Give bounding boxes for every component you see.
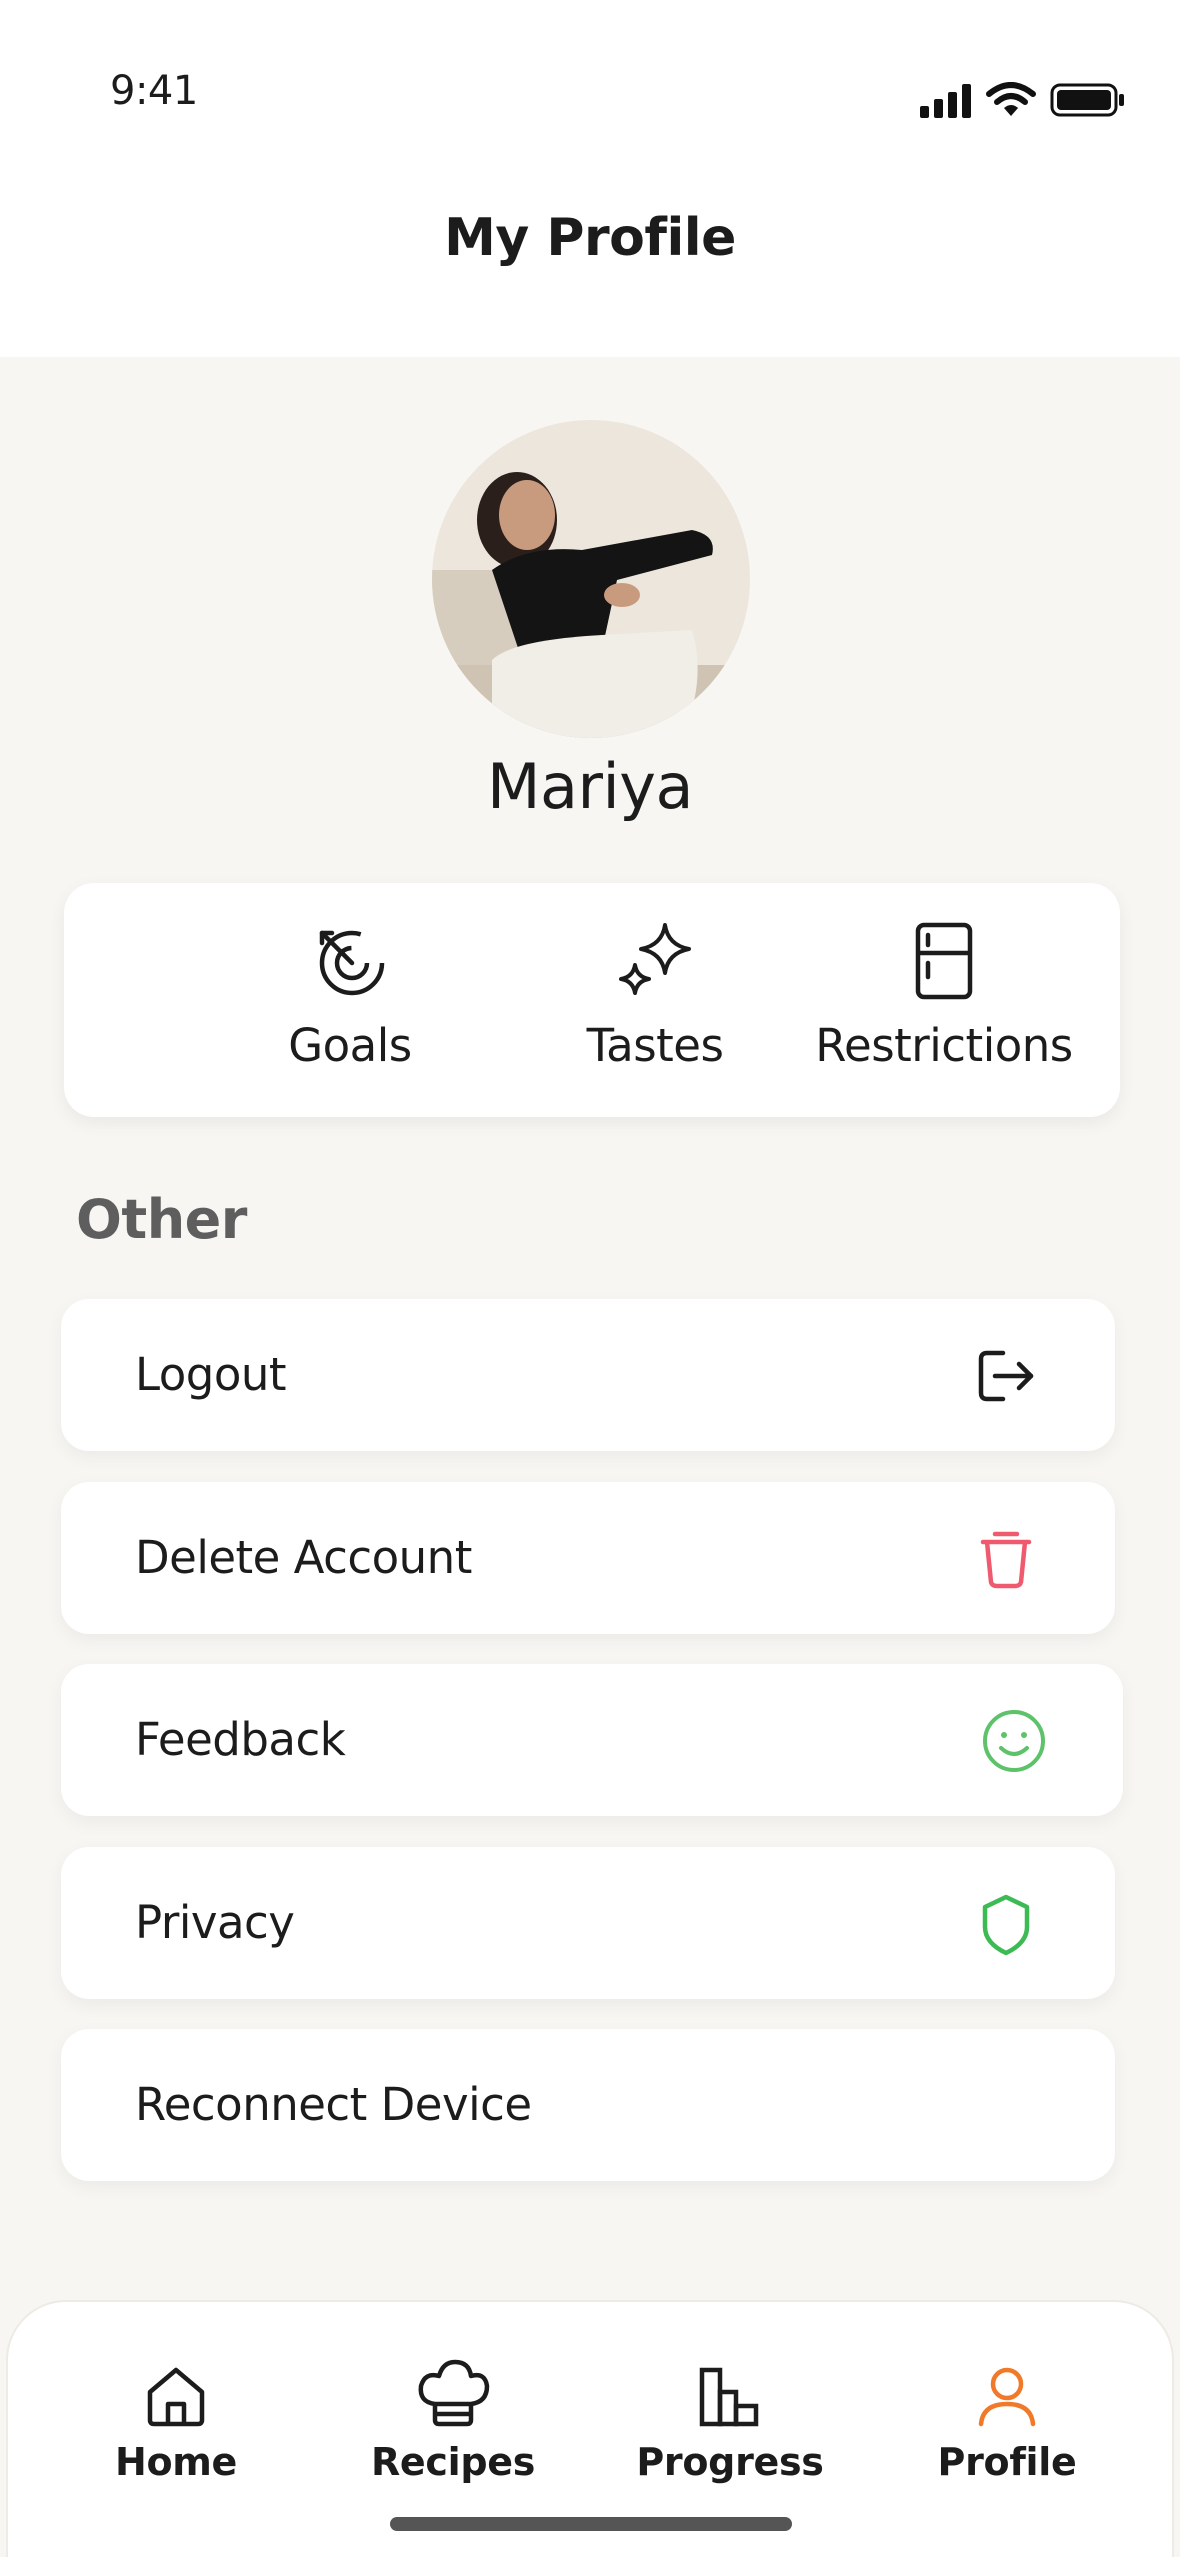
- profile-screen: 9:41 My Profile Mariya Goals Tastes Rest…: [0, 0, 1180, 2557]
- smiley-icon: [983, 1710, 1045, 1772]
- preferences-card: Goals Tastes Restrictions: [64, 883, 1120, 1117]
- shield-icon: [982, 1894, 1030, 1956]
- logout-icon: [978, 1350, 1034, 1402]
- logout-label: Logout: [135, 1348, 287, 1401]
- home-indicator: [390, 2517, 792, 2531]
- sparkles-icon: [619, 923, 691, 995]
- feedback-button[interactable]: Feedback: [61, 1664, 1123, 1816]
- chef-hat-icon: [418, 2359, 490, 2427]
- feedback-label: Feedback: [135, 1713, 346, 1766]
- page-title: My Profile: [444, 208, 736, 268]
- privacy-button[interactable]: Privacy: [61, 1847, 1115, 1999]
- user-name: Mariya: [487, 750, 693, 823]
- target-icon: [319, 930, 385, 996]
- tastes-button[interactable]: Tastes: [505, 921, 805, 1091]
- nav-progress[interactable]: Progress: [620, 2362, 840, 2484]
- avatar[interactable]: [432, 420, 750, 738]
- battery-icon: [1050, 83, 1124, 117]
- nav-recipes[interactable]: Recipes: [343, 2358, 563, 2484]
- goals-button[interactable]: Goals: [200, 921, 500, 1091]
- home-icon: [147, 2367, 205, 2427]
- header: 9:41 My Profile: [0, 0, 1180, 357]
- reconnect-device-label: Reconnect Device: [135, 2078, 532, 2131]
- nav-home[interactable]: Home: [66, 2362, 286, 2484]
- nav-home-label: Home: [114, 2440, 238, 2484]
- bar-chart-icon: [699, 2367, 759, 2427]
- tastes-label: Tastes: [586, 1019, 724, 1072]
- goals-label: Goals: [288, 1019, 412, 1072]
- wifi-icon: [986, 82, 1036, 116]
- logout-button[interactable]: Logout: [61, 1299, 1115, 1451]
- reconnect-device-button[interactable]: Reconnect Device: [61, 2029, 1115, 2181]
- nav-progress-label: Progress: [636, 2440, 824, 2484]
- status-icons: [918, 78, 1126, 118]
- section-title-other: Other: [76, 1188, 247, 1251]
- restrictions-label: Restrictions: [815, 1019, 1073, 1072]
- delete-account-button[interactable]: Delete Account: [61, 1482, 1115, 1634]
- user-icon: [978, 2367, 1036, 2427]
- status-time: 9:41: [110, 68, 198, 114]
- restrictions-button[interactable]: Restrictions: [794, 921, 1094, 1091]
- nav-recipes-label: Recipes: [370, 2440, 536, 2484]
- nav-profile-label: Profile: [937, 2440, 1077, 2484]
- nav-profile[interactable]: Profile: [897, 2362, 1117, 2484]
- trash-icon: [980, 1531, 1032, 1589]
- delete-account-label: Delete Account: [135, 1531, 472, 1584]
- fridge-icon: [915, 922, 973, 1000]
- cellular-signal-icon: [920, 84, 971, 118]
- privacy-label: Privacy: [135, 1896, 295, 1949]
